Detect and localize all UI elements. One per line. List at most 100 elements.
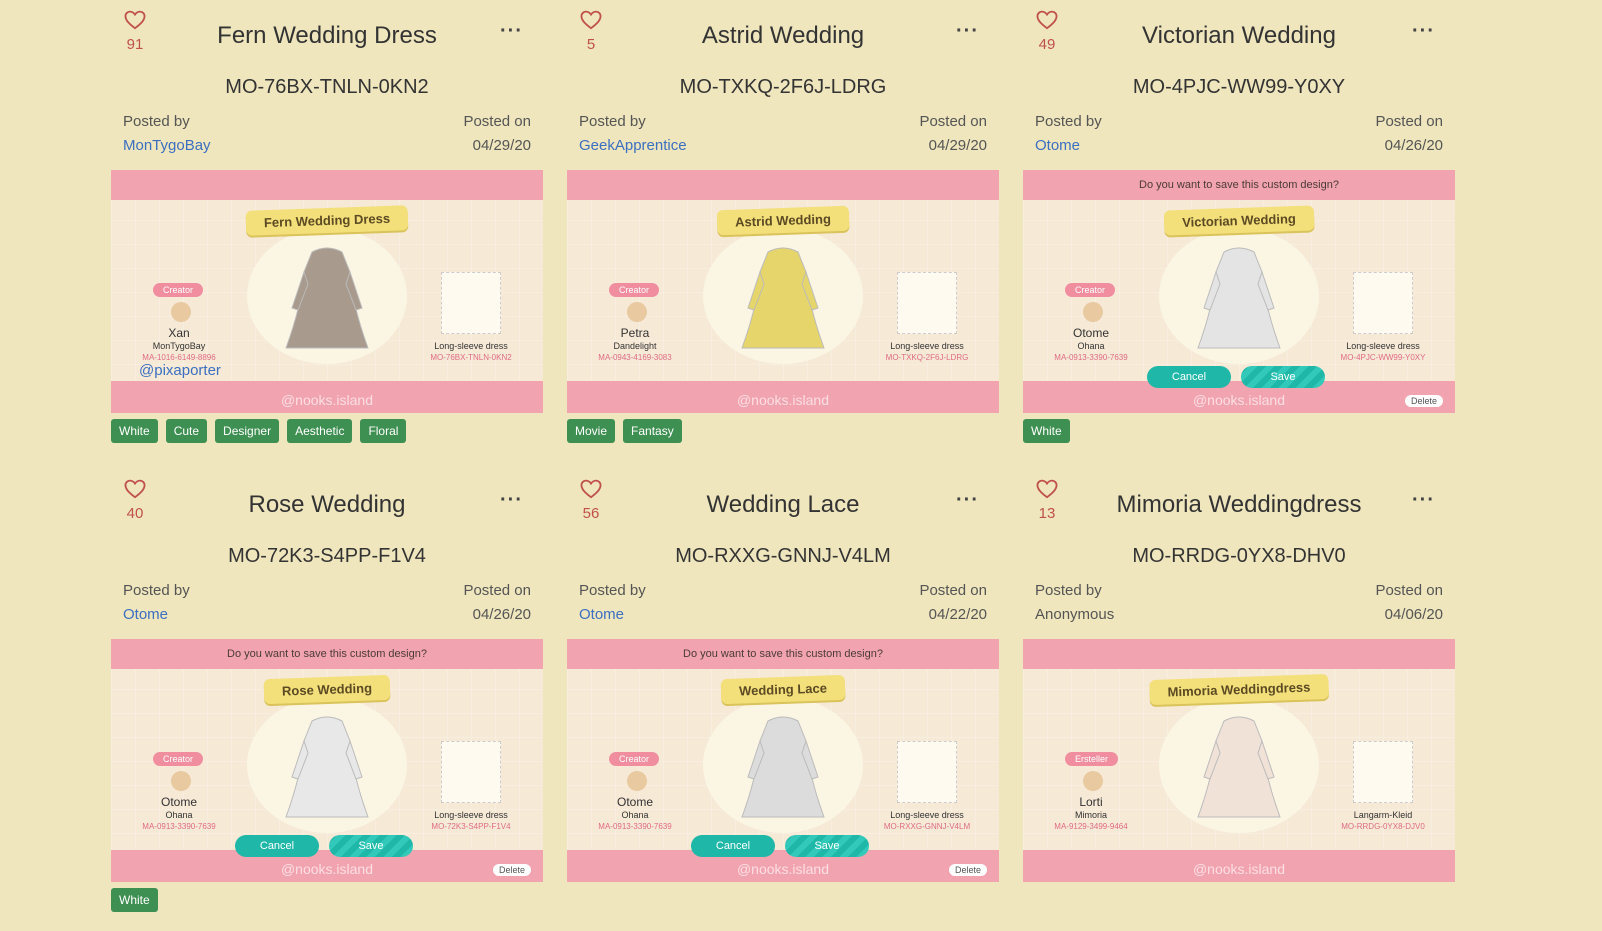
posted-by-label: Posted by [579,113,646,130]
tag-white[interactable]: White [1023,419,1070,443]
tag-floral[interactable]: Floral [360,419,407,443]
author-link[interactable]: Otome [1035,137,1080,154]
pattern-type: Long-sleeve dress [434,341,508,351]
creator-id: MA-0943-4169-3083 [598,353,672,362]
author-link[interactable]: GeekApprentice [579,137,687,154]
tag-aesthetic[interactable]: Aesthetic [287,419,353,443]
pattern-thumbnail [897,272,957,334]
design-title: Victorian Wedding [1142,22,1336,49]
posted-by-label: Posted by [123,113,190,130]
design-preview-image[interactable]: Do you want to save this custom design? R… [111,639,543,882]
creator-handle: @pixaporter [139,362,221,379]
tag-white[interactable]: White [111,888,158,912]
tag-list: White Cute Designer Aesthetic Floral [111,419,407,443]
posted-by-label: Posted by [1035,582,1102,599]
save-button: Save [785,835,869,857]
design-code: MO-RXXG-GNNJ-V4LM [675,545,891,567]
dress-icon [738,244,828,359]
creator-tag: Creator [153,752,204,766]
creator-name: Xan [168,326,190,340]
author-link[interactable]: Otome [579,606,624,623]
cancel-button: Cancel [691,835,775,857]
posted-date: 04/26/20 [472,606,531,623]
posted-on-label: Posted on [1375,113,1443,130]
design-name-ribbon: Rose Wedding [263,674,391,705]
dress-icon [282,244,372,359]
tag-fantasy[interactable]: Fantasy [623,419,682,443]
design-title: Fern Wedding Dress [217,22,437,49]
watermark: @nooks.island [1192,861,1286,877]
delete-button: Delete [492,864,531,876]
watermark: @nooks.island [1192,392,1286,408]
preview-top-band [1023,639,1455,669]
delete-button: Delete [948,864,987,876]
creator-island: Mimoria [1074,810,1107,820]
pattern-code: MO-76BX-TNLN-0KN2 [430,353,512,362]
pattern-code: MO-72K3-S4PP-F1V4 [431,822,511,831]
tag-movie[interactable]: Movie [567,419,616,443]
design-code: MO-TXKQ-2F6J-LDRG [679,76,887,98]
design-preview-image[interactable]: Astrid Wedding Creator Petra Dandelight MA-0… [567,170,999,413]
creator-island: Dandelight [613,341,657,351]
author-link[interactable]: MonTygoBay [123,137,211,154]
creator-tag: Ersteller [1065,752,1119,766]
author-link[interactable]: Otome [123,606,168,623]
creator-id: MA-0913-3390-7639 [598,822,672,831]
tag-list: Movie Fantasy [567,419,682,443]
design-preview-image[interactable]: Fern Wedding Dress Creator Xan MonTygoBay MA… [111,170,543,413]
design-card: 13 Mimoria Weddingdress ··· MO-RRDG-0YX8-DH… [1023,469,1455,931]
design-code: MO-72K3-S4PP-F1V4 [228,545,426,567]
save-button: Save [1241,366,1325,388]
pattern-thumbnail [1353,272,1413,334]
dress-icon [1194,244,1284,359]
delete-button: Delete [1404,395,1443,407]
tag-white[interactable]: White [111,419,158,443]
posted-date: 04/29/20 [472,137,531,154]
posted-on-label: Posted on [919,113,987,130]
creator-avatar [627,302,647,322]
design-title: Wedding Lace [706,491,860,518]
watermark: @nooks.island [736,392,830,408]
more-options-icon[interactable]: ··· [1412,489,1435,512]
design-card: 5 Astrid Wedding ··· MO-TXKQ-2F6J-LDRG Poste… [567,0,999,469]
tag-cute[interactable]: Cute [165,419,208,443]
more-options-icon[interactable]: ··· [500,20,523,43]
save-prompt-text: Do you want to save this custom design? [683,648,883,660]
design-preview-image[interactable]: Do you want to save this custom design? V… [1023,170,1455,413]
posted-by-label: Posted by [1035,113,1102,130]
creator-tag: Creator [609,752,660,766]
creator-name: Otome [160,795,197,809]
design-preview-image[interactable]: Mimoria Weddingdress Ersteller Lorti Mimori… [1023,639,1455,882]
save-prompt-text: Do you want to save this custom design? [227,648,427,660]
creator-avatar [1083,302,1103,322]
pattern-code: MO-RXXG-GNNJ-V4LM [883,822,971,831]
pattern-code: MO-TXKQ-2F6J-LDRG [885,353,969,362]
design-card: 56 Wedding Lace ··· MO-RXXG-GNNJ-V4LM Posted… [567,469,999,931]
pattern-thumbnail [441,272,501,334]
pattern-type: Langarm-Kleid [1353,810,1413,820]
tag-list: White [1023,419,1070,443]
more-options-icon[interactable]: ··· [956,489,979,512]
pattern-thumbnail [1353,741,1413,803]
design-name-ribbon: Astrid Wedding [716,205,850,236]
dress-icon [1194,713,1284,828]
posted-date: 04/06/20 [1384,606,1443,623]
watermark: @nooks.island [280,392,374,408]
creator-island: Ohana [165,810,193,820]
tag-designer[interactable]: Designer [215,419,280,443]
creator-tag: Creator [1065,283,1116,297]
creator-avatar [171,302,191,322]
design-preview-image[interactable]: Do you want to save this custom design? W… [567,639,999,882]
more-options-icon[interactable]: ··· [1412,20,1435,43]
creator-name: Lorti [1079,795,1103,809]
more-options-icon[interactable]: ··· [956,20,979,43]
design-name-ribbon: Fern Wedding Dress [245,205,409,236]
design-name-ribbon: Mimoria Weddingdress [1149,673,1329,706]
preview-top-band [111,170,543,200]
more-options-icon[interactable]: ··· [500,489,523,512]
pattern-type: Long-sleeve dress [1346,341,1420,351]
creator-id: MA-0913-3390-7639 [142,822,216,831]
posted-date: 04/29/20 [928,137,987,154]
creator-name: Otome [616,795,653,809]
cancel-button: Cancel [235,835,319,857]
